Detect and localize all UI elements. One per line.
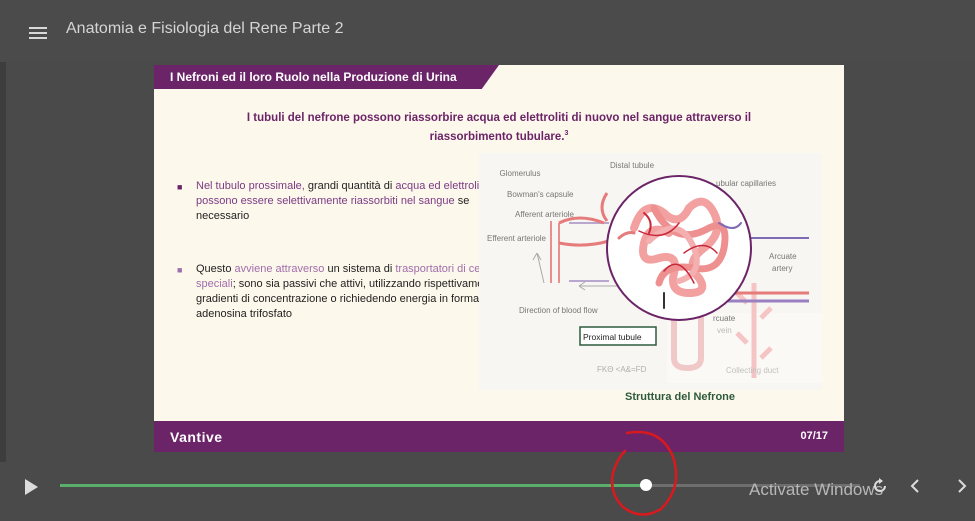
progress-knob[interactable] (640, 479, 652, 491)
label-arcuate-artery-1: Arcuate (769, 252, 797, 261)
slide-subtitle-text: I tubuli del nefrone possono riassorbire… (246, 112, 752, 143)
previous-slide-icon[interactable] (908, 477, 922, 495)
left-edge-strip (0, 62, 6, 462)
vantive-logo: Vantive (170, 429, 223, 445)
label-afferent-arteriole: Afferent arteriole (515, 210, 575, 219)
next-slide-icon[interactable] (955, 477, 969, 495)
course-title: Anatomia e Fisiologia del Rene Parte 2 (66, 20, 344, 37)
label-direction-blood-flow: Direction of blood flow (519, 306, 598, 315)
bullet-marker-icon: ■ (177, 182, 183, 192)
label-collecting-duct: Collecting duct (726, 366, 779, 375)
nephron-diagram: Glomerulus Distal tubule Bowman's capsul… (479, 153, 822, 390)
label-arcuate-artery-2: artery (772, 264, 792, 273)
slide-header-title: I Nefroni ed il loro Ruolo nella Produzi… (170, 70, 457, 84)
replay-icon[interactable] (871, 477, 889, 495)
play-icon[interactable] (25, 479, 38, 495)
label-arcuate-vein-1: rcuate (713, 314, 736, 323)
bullet-transporters: ■ Questo avviene attraverso un sistema d… (177, 262, 506, 322)
top-bar: Anatomia e Fisiologia del Rene Parte 2 (0, 0, 975, 62)
label-glomerulus: Glomerulus (500, 169, 541, 178)
bullet1-part2: grandi quantità di (304, 180, 396, 192)
bullet-marker-icon: ■ (177, 265, 183, 275)
slide-page-number: 07/17 (800, 430, 828, 442)
progress-fill (60, 484, 646, 487)
label-bowmans-capsule: Bowman's capsule (507, 190, 574, 199)
bullet2-part5: ; sono sia passivi che attivi, utilizzan… (196, 278, 499, 320)
subtitle-reference: 3 (564, 130, 569, 137)
slide: I Nefroni ed il loro Ruolo nella Produzi… (154, 65, 844, 452)
progress-bar[interactable] (60, 479, 860, 491)
label-proximal-tubule: Proximal tubule (583, 332, 642, 342)
label-efferent-arteriole: Efferent arteriole (487, 234, 547, 243)
bullet2-part3: un sistema di (324, 263, 396, 275)
diagram-caption: Struttura del Nefrone (625, 391, 736, 403)
bullet2-part1: Questo (196, 263, 235, 275)
slide-footer: Vantive 07/17 (154, 421, 844, 452)
label-peritubular-capillaries: ubular capillaries (716, 179, 776, 188)
slide-subtitle: I tubuli del nefrone possono riassorbire… (224, 111, 774, 145)
bullet-proximal-tubule: ■ Nel tubulo prossimale, grandi quantità… (177, 179, 486, 224)
bullet1-part1: Nel tubulo prossimale, (196, 180, 305, 192)
activate-windows-watermark: Activate Windows (749, 480, 884, 499)
label-garbled: FKΘ <A&=FD (597, 365, 647, 374)
label-distal-tubule: Distal tubule (610, 161, 655, 170)
hamburger-menu-icon[interactable] (29, 27, 47, 39)
bullet2-part2: avviene attraverso (234, 263, 325, 275)
label-arcuate-vein-2: vein (717, 326, 732, 335)
